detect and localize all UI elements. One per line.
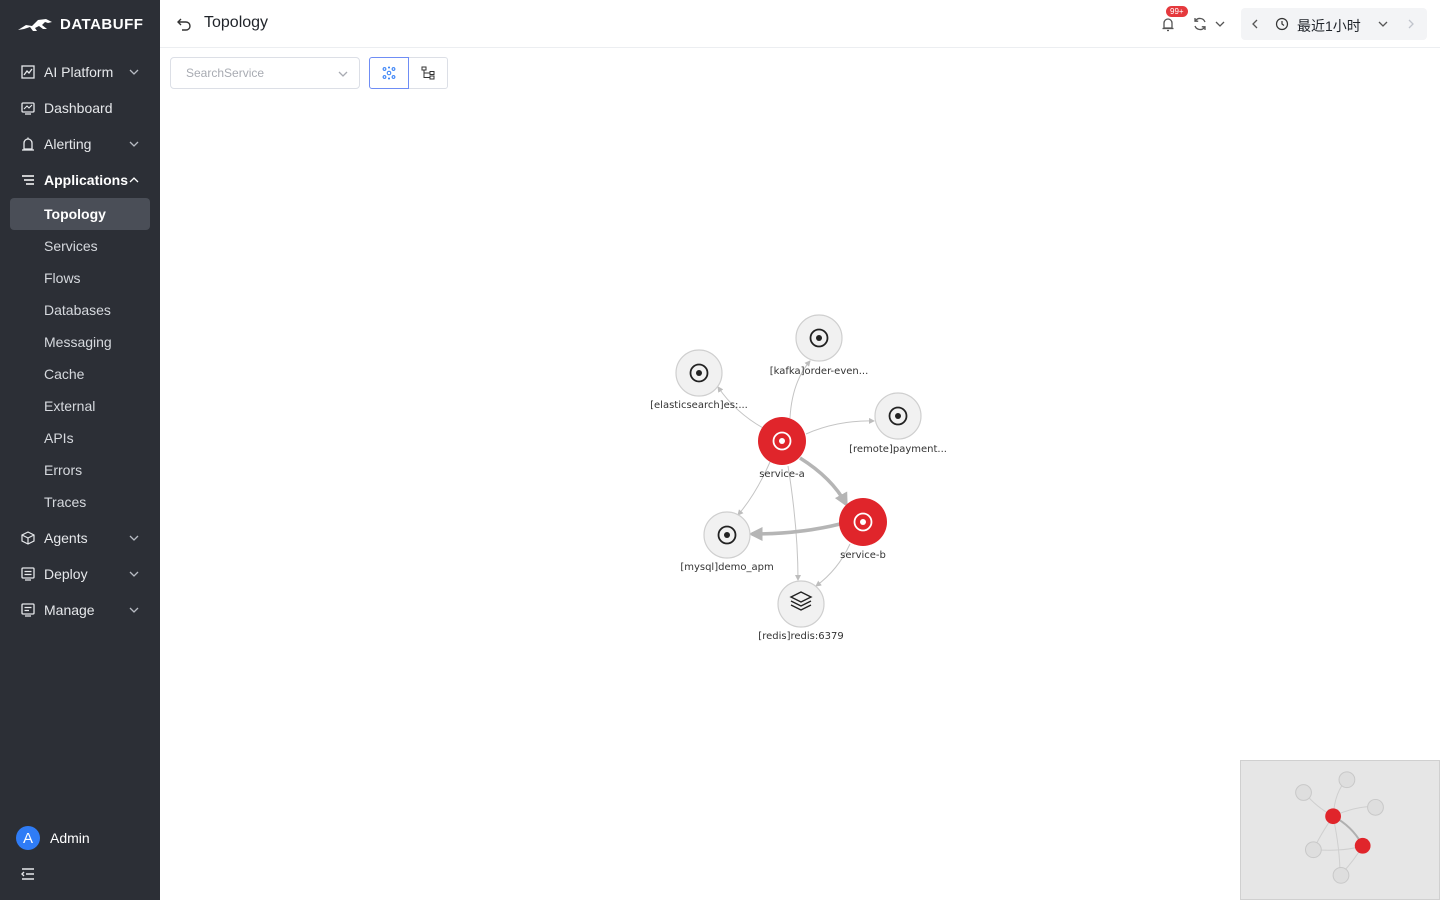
chevron-down-icon[interactable] — [1214, 18, 1226, 30]
chevron-left-icon[interactable] — [1249, 18, 1261, 30]
nav-label: Manage — [44, 602, 95, 618]
edge-service-a-remote — [805, 417, 875, 435]
nav-manage[interactable]: Manage — [0, 592, 160, 628]
nav-dashboard[interactable]: Dashboard — [0, 90, 160, 126]
list-icon — [20, 172, 36, 188]
brand-name: DATABUFF — [60, 15, 144, 33]
chevron-down-icon — [129, 141, 139, 147]
collapse-sidebar-icon[interactable] — [20, 866, 36, 882]
refresh-icon[interactable] — [1192, 16, 1208, 32]
brand-logo[interactable]: DATABUFF — [18, 12, 143, 36]
user-menu[interactable]: A Admin — [16, 826, 90, 850]
graph-minimap[interactable] — [1240, 760, 1440, 900]
chart-icon — [20, 64, 36, 80]
graph-view-icon — [382, 66, 396, 80]
chevron-down-icon[interactable] — [1377, 18, 1389, 30]
page-title: Topology — [204, 14, 269, 31]
node-label: [elasticsearch]es:... — [650, 400, 748, 411]
nav-label: Applications — [44, 172, 129, 188]
edge-service-a-redis — [787, 465, 801, 581]
nav-label: AI Platform — [44, 64, 114, 80]
sub-item-traces[interactable]: Traces — [10, 486, 150, 518]
node-kafka[interactable]: [kafka]order-even... — [770, 314, 869, 377]
header-bar: Topology 99+ 最近1小时 — [160, 0, 1440, 48]
sub-item-flows[interactable]: Flows — [10, 262, 150, 294]
sub-item-topology[interactable]: Topology — [10, 198, 150, 230]
sub-item-databases[interactable]: Databases — [10, 294, 150, 326]
node-label: [kafka]order-even... — [770, 366, 869, 377]
search-placeholder: SearchService — [186, 66, 265, 80]
alarm-icon — [20, 136, 36, 152]
sidebar: DATABUFF AI Platform Dashboard Alerting — [0, 0, 160, 900]
node-label: [redis]redis:6379 — [758, 631, 843, 642]
nav-label: Deploy — [44, 566, 88, 582]
nav-applications[interactable]: Applications — [0, 162, 160, 198]
sub-item-apis[interactable]: APIs — [10, 422, 150, 454]
nav-deploy[interactable]: Deploy — [0, 556, 160, 592]
graph-view-button[interactable] — [369, 57, 409, 89]
tree-view-icon — [421, 66, 435, 80]
sub-item-cache[interactable]: Cache — [10, 358, 150, 390]
chevron-down-icon — [129, 607, 139, 613]
sub-item-external[interactable]: External — [10, 390, 150, 422]
panther-logo-icon — [18, 19, 52, 31]
nav-alerting[interactable]: Alerting — [0, 126, 160, 162]
node-service-a[interactable]: service-a — [758, 417, 806, 480]
node-elasticsearch[interactable]: [elasticsearch]es:... — [650, 349, 748, 411]
sub-item-services[interactable]: Services — [10, 230, 150, 262]
sub-item-errors[interactable]: Errors — [10, 454, 150, 486]
nav-label: Alerting — [44, 136, 92, 152]
node-redis[interactable]: [redis]redis:6379 — [758, 580, 844, 642]
chevron-right-icon[interactable] — [1405, 18, 1417, 30]
time-range-picker[interactable]: 最近1小时 — [1241, 8, 1427, 40]
manage-icon — [20, 602, 36, 618]
deploy-icon — [20, 566, 36, 582]
clock-icon — [1275, 17, 1289, 31]
bell-icon[interactable] — [1160, 16, 1176, 32]
back-icon[interactable] — [176, 16, 192, 32]
chevron-down-icon — [338, 71, 348, 77]
service-search-select[interactable]: SearchService — [170, 57, 360, 89]
cube-icon — [20, 530, 36, 546]
node-mysql[interactable]: [mysql]demo_apm — [680, 511, 774, 573]
time-range-label: 最近1小时 — [1297, 18, 1361, 34]
node-label: service-a — [759, 469, 805, 480]
applications-submenu: Topology Services Flows Databases Messag… — [0, 198, 160, 520]
avatar: A — [16, 826, 40, 850]
node-remote-payment[interactable]: [remote]payment... — [849, 392, 947, 455]
nav-agents[interactable]: Agents — [0, 520, 160, 556]
nav-label: Agents — [44, 530, 88, 546]
chevron-down-icon — [129, 571, 139, 577]
sub-item-messaging[interactable]: Messaging — [10, 326, 150, 358]
main-nav: AI Platform Dashboard Alerting Applicati… — [0, 54, 160, 628]
dashboard-icon — [20, 100, 36, 116]
chevron-down-icon — [129, 535, 139, 541]
nav-ai-platform[interactable]: AI Platform — [0, 54, 160, 90]
chevron-up-icon — [129, 177, 139, 183]
node-label: [mysql]demo_apm — [680, 562, 773, 573]
chevron-down-icon — [129, 69, 139, 75]
nav-label: Dashboard — [44, 100, 113, 116]
node-label: [remote]payment... — [849, 444, 947, 455]
node-service-b[interactable]: service-b — [839, 498, 887, 561]
tree-view-button[interactable] — [408, 57, 448, 89]
edge-service-a-service-b — [799, 456, 848, 508]
notification-badge: 99+ — [1166, 6, 1188, 17]
user-name: Admin — [50, 830, 90, 846]
node-label: service-b — [840, 550, 886, 561]
